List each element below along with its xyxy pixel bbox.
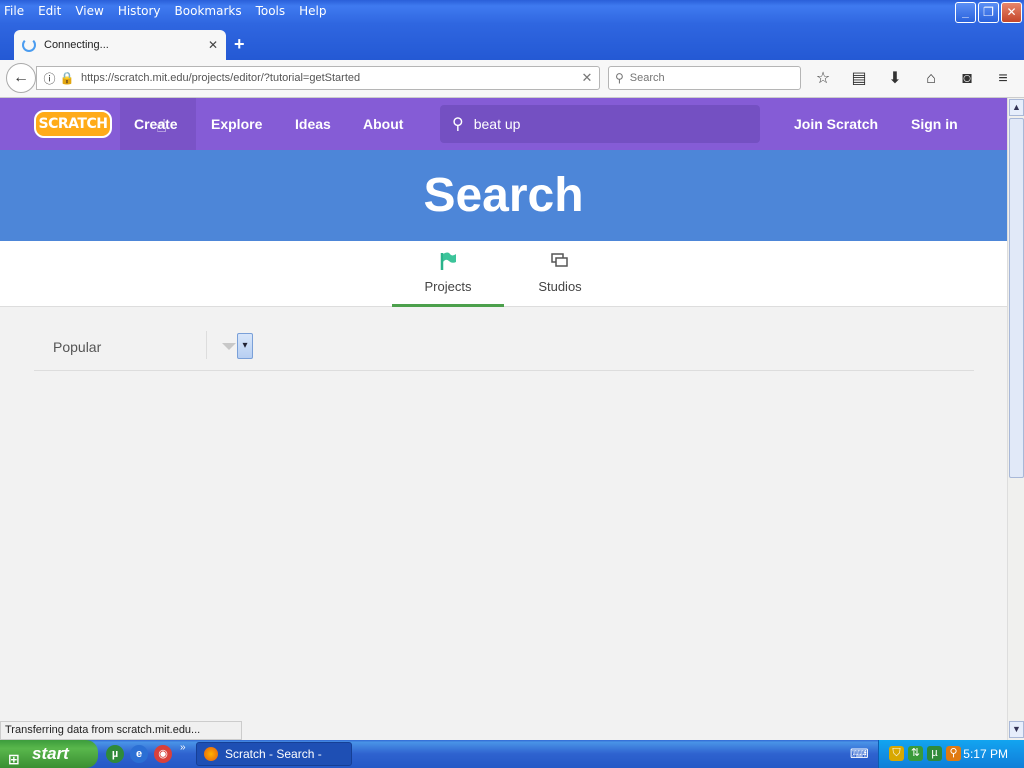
- back-button[interactable]: ←: [6, 63, 36, 93]
- internet-explorer-icon[interactable]: e: [130, 745, 148, 763]
- sort-row: Popular ▾: [34, 323, 974, 371]
- window-controls: _ ❐ ✕: [955, 2, 1022, 23]
- start-button[interactable]: ⊞ start: [0, 740, 98, 768]
- scroll-down-arrow[interactable]: ▼: [1009, 721, 1024, 738]
- quick-launch-more-icon[interactable]: »: [180, 742, 186, 753]
- scratch-logo[interactable]: SCRATCH: [34, 110, 112, 138]
- status-bar: Transferring data from scratch.mit.edu..…: [0, 721, 242, 740]
- url-bar[interactable]: ⓘ 🔒 https://scratch.mit.edu/projects/edi…: [36, 66, 600, 90]
- browser-tab[interactable]: Connecting... ✕: [14, 30, 226, 60]
- vertical-scrollbar[interactable]: ▲ ▼: [1007, 98, 1024, 740]
- search-banner: Search: [0, 150, 1007, 241]
- task-button-label: Scratch - Search - Mo...: [225, 747, 322, 761]
- shield-icon[interactable]: ⛉: [889, 746, 904, 761]
- sort-divider: [206, 331, 207, 359]
- taskbar-firefox-button[interactable]: Scratch - Search - Mo...: [196, 742, 352, 766]
- menu-bar: File Edit View History Bookmarks Tools H…: [0, 0, 341, 22]
- scratch-nav-bar: SCRATCH Create Explore Ideas About ⚲ Joi…: [0, 98, 1007, 150]
- menu-bookmarks[interactable]: Bookmarks: [175, 4, 242, 18]
- tab-close-icon[interactable]: ✕: [208, 38, 218, 52]
- tray-icons: ⛉ ⇅ µ ⚲: [889, 746, 961, 761]
- bookmark-star-icon[interactable]: ☆: [812, 68, 834, 90]
- search-tabs: Projects Studios: [0, 241, 1007, 307]
- flag-icon: [392, 251, 504, 275]
- minimize-button[interactable]: _: [955, 2, 976, 23]
- menu-help[interactable]: Help: [299, 4, 326, 18]
- hamburger-menu-icon[interactable]: ≡: [992, 68, 1014, 90]
- pocket-icon[interactable]: ◙: [956, 68, 978, 90]
- scroll-thumb[interactable]: [1009, 118, 1024, 478]
- nav-ideas-link[interactable]: Ideas: [295, 116, 331, 132]
- firefox-icon: [204, 747, 218, 761]
- join-scratch-link[interactable]: Join Scratch: [794, 116, 878, 132]
- loading-spinner-icon: [22, 38, 36, 52]
- info-icon: ⓘ: [43, 71, 56, 86]
- tab-studios-label: Studios: [538, 279, 582, 294]
- status-bar-empty: [242, 721, 1007, 740]
- browser-search-bar[interactable]: ⚲: [608, 66, 801, 90]
- tab-projects[interactable]: Projects: [392, 241, 504, 307]
- menu-view[interactable]: View: [75, 4, 103, 18]
- menu-file[interactable]: File: [4, 4, 24, 18]
- network-icon[interactable]: ⇅: [908, 746, 923, 761]
- taskbar: ⊞ start µ e ◉ » Scratch - Search - Mo...…: [0, 740, 1024, 768]
- lock-warning-icon: 🔒: [59, 71, 75, 85]
- start-label: start: [32, 744, 69, 763]
- nav-explore-link[interactable]: Explore: [211, 116, 262, 132]
- caret-down-icon: [222, 343, 236, 350]
- browser-title-bar: File Edit View History Bookmarks Tools H…: [0, 0, 1024, 60]
- sort-dropdown[interactable]: ▾: [222, 333, 254, 361]
- web-page: SCRATCH Create Explore Ideas About ⚲ Joi…: [0, 98, 1007, 721]
- home-icon[interactable]: ⌂: [920, 68, 942, 90]
- search-icon: ⚲: [615, 71, 624, 85]
- search-tray-icon[interactable]: ⚲: [946, 746, 961, 761]
- system-tray: ⛉ ⇅ µ ⚲ 5:17 PM: [878, 740, 1024, 768]
- menu-edit[interactable]: Edit: [38, 4, 61, 18]
- sign-in-link[interactable]: Sign in: [911, 116, 958, 132]
- tab-title: Connecting...: [44, 39, 109, 51]
- search-icon: ⚲: [452, 116, 464, 133]
- utorrent-icon[interactable]: µ: [106, 745, 124, 763]
- stop-icon[interactable]: ✕: [575, 70, 599, 86]
- site-info-icons[interactable]: ⓘ 🔒: [37, 70, 81, 87]
- utorrent-tray-icon[interactable]: µ: [927, 746, 942, 761]
- menu-history[interactable]: History: [118, 4, 161, 18]
- studios-icon: [504, 251, 616, 275]
- quick-launch: µ e ◉: [106, 745, 172, 763]
- scratch-search-input[interactable]: [473, 116, 734, 132]
- new-tab-icon[interactable]: +: [234, 34, 245, 55]
- hand-cursor-icon: ☝: [156, 116, 167, 136]
- windows-logo-icon: ⊞: [8, 751, 20, 767]
- tab-studios[interactable]: Studios: [504, 241, 616, 307]
- scroll-up-arrow[interactable]: ▲: [1009, 99, 1024, 116]
- clock: 5:17 PM: [963, 747, 1008, 761]
- browser-search-input[interactable]: [629, 72, 780, 84]
- close-window-button[interactable]: ✕: [1001, 2, 1022, 23]
- page-title: Search: [423, 169, 584, 222]
- url-text[interactable]: https://scratch.mit.edu/projects/editor/…: [81, 72, 575, 84]
- keyboard-icon[interactable]: ⌨: [850, 746, 869, 762]
- restore-button[interactable]: ❐: [978, 2, 999, 23]
- chrome-icon[interactable]: ◉: [154, 745, 172, 763]
- download-icon[interactable]: ⬇: [884, 68, 906, 90]
- sort-label: Popular: [53, 339, 102, 355]
- tab-projects-label: Projects: [424, 279, 472, 294]
- dropdown-arrow-button[interactable]: ▾: [237, 333, 253, 359]
- navigation-toolbar: ← ⓘ 🔒 https://scratch.mit.edu/projects/e…: [0, 60, 1024, 98]
- nav-about-link[interactable]: About: [363, 116, 403, 132]
- toolbar-icons: ☆ ▤ ⬇ ⌂ ◙ ≡: [812, 68, 1014, 90]
- menu-tools[interactable]: Tools: [256, 4, 286, 18]
- scratch-search-box[interactable]: ⚲: [440, 105, 760, 143]
- reading-list-icon[interactable]: ▤: [848, 68, 870, 90]
